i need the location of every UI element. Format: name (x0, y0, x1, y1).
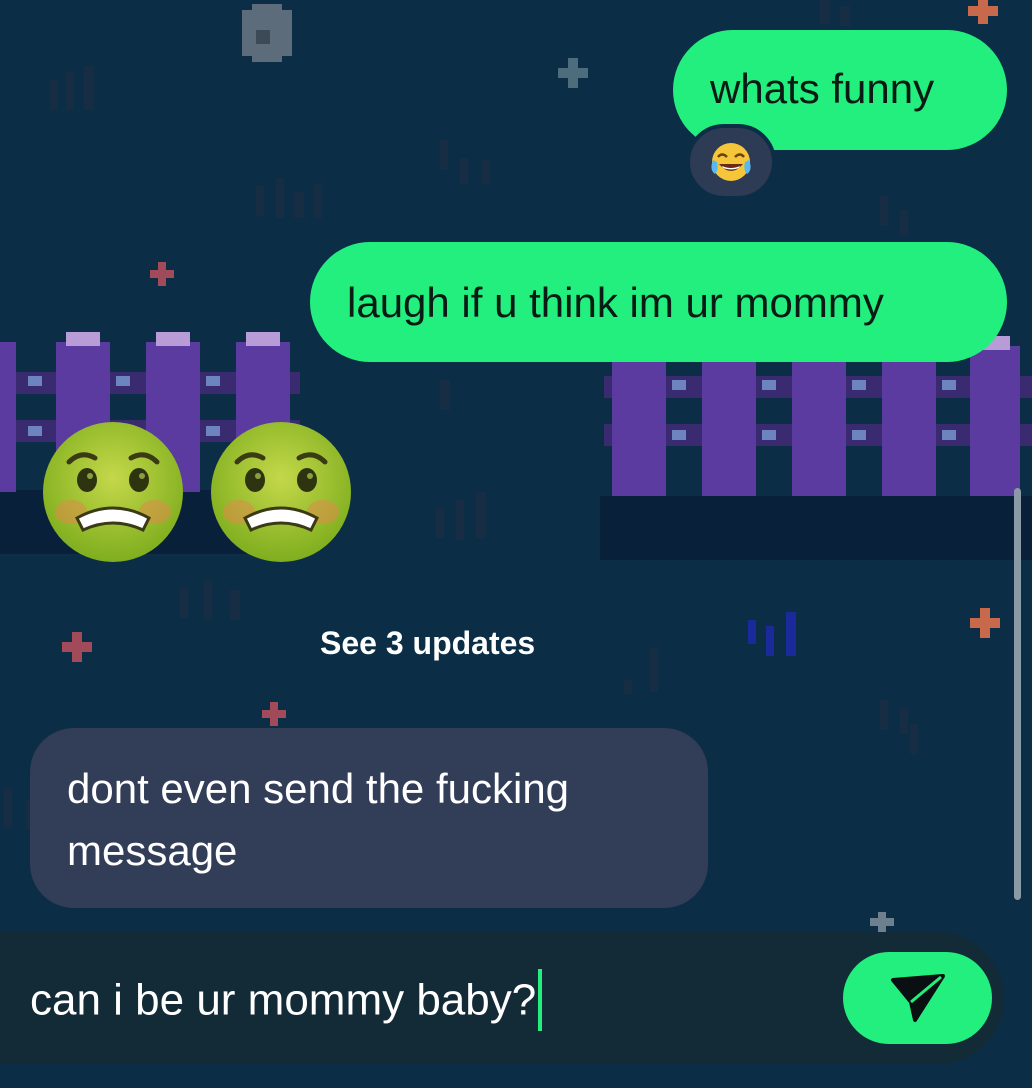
message-reaction[interactable] (686, 124, 776, 200)
see-updates-link[interactable]: See 3 updates (320, 624, 580, 662)
scrollbar[interactable] (1014, 488, 1021, 900)
message-input-value: can i be ur mommy baby? (30, 975, 537, 1025)
nauseated-face-icon[interactable] (209, 420, 353, 569)
send-icon (890, 974, 945, 1022)
message-text: laugh if u think im ur mommy (347, 279, 884, 326)
send-button[interactable] (843, 952, 992, 1044)
message-text: whats funny (710, 65, 935, 112)
nauseated-face-icon[interactable] (41, 420, 185, 569)
outgoing-message-bubble[interactable]: laugh if u think im ur mommy (310, 242, 1007, 362)
message-text: dont even send the fucking message (67, 765, 570, 874)
incoming-message-bubble[interactable]: dont even send the fucking message (30, 728, 708, 908)
text-caret (538, 969, 543, 1031)
planet-decoration (242, 4, 292, 62)
message-composer: can i be ur mommy baby? (0, 932, 1004, 1064)
face-with-tears-of-joy-icon (711, 143, 751, 181)
message-input[interactable]: can i be ur mommy baby? (30, 969, 543, 1032)
